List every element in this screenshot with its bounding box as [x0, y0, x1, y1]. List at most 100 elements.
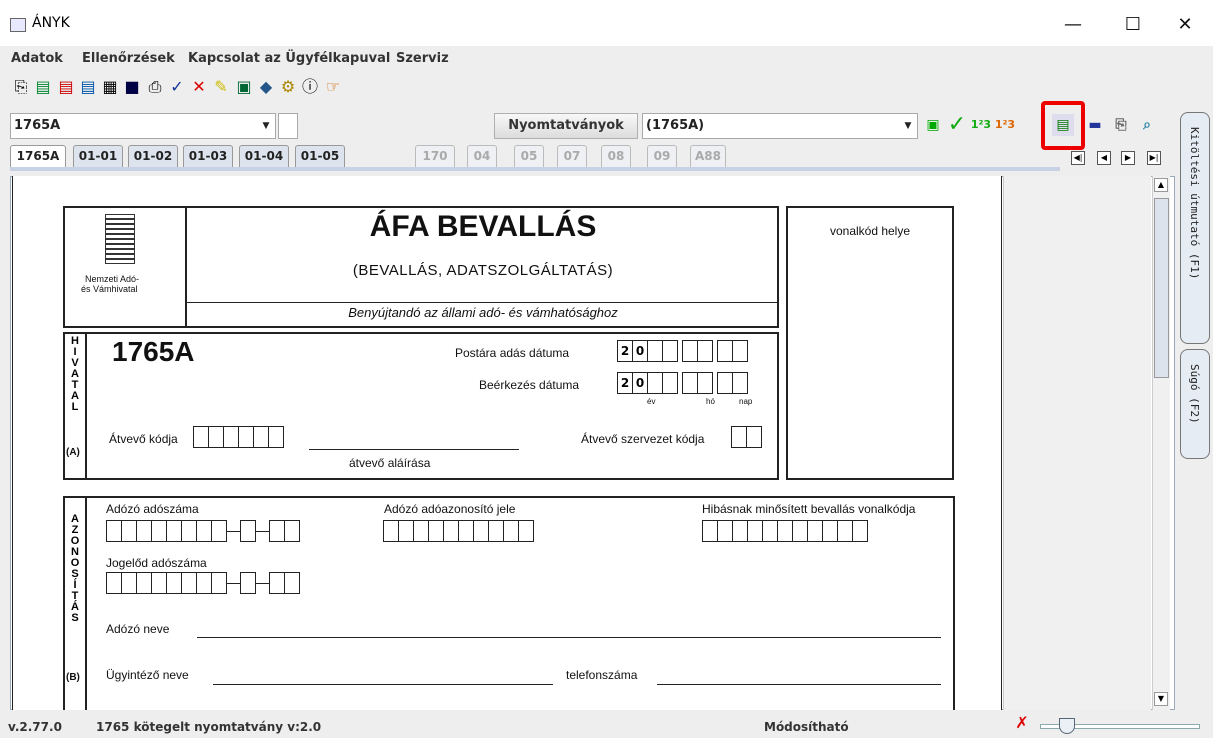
form-subtitle: (BEVALLÁS, ADATSZOLGÁLTATÁS) — [352, 262, 614, 279]
tab-01-05[interactable]: 01-05 — [295, 145, 345, 167]
menu-bar: Adatok Ellenőrzések Kapcsolat az Ügyfélk… — [0, 46, 1213, 70]
tab-01-02[interactable]: 01-02 — [128, 145, 178, 167]
tax-number-field[interactable] — [106, 520, 300, 542]
numbers-orange-icon[interactable]: 1²3 — [994, 114, 1016, 136]
print-preview-icon[interactable]: ▦ — [101, 78, 119, 96]
sugo-side-label: Súgó (F2) — [1188, 364, 1201, 424]
tab-01-01[interactable]: 01-01 — [73, 145, 123, 167]
receiver-code-field[interactable] — [193, 426, 284, 448]
title-bar: ÁNYK — ☐ ✕ — [0, 0, 1213, 46]
signature-line — [309, 449, 519, 450]
menu-kapcsolat[interactable]: Kapcsolat az Ügyfélkapuval — [188, 51, 390, 66]
invalid-barcode-label: Hibásnak minősített bevallás vonalkódja — [702, 502, 916, 516]
tab-underline — [10, 167, 1060, 171]
gears-icon[interactable]: ⚙ — [279, 78, 297, 96]
clerk-name-field[interactable] — [213, 684, 553, 685]
status-bar: v.2.77.0 1765 kötegelt nyomtatvány v:2.0… — [0, 712, 1213, 738]
azonositas-letters: AZONOSÍTÁS — [70, 513, 80, 624]
form-select[interactable]: 1765A ▼ — [10, 113, 276, 139]
phone-field[interactable] — [657, 684, 941, 685]
open-icon[interactable]: ▤ — [34, 78, 52, 96]
tab-01-04[interactable]: 01-04 — [239, 145, 289, 167]
save-icon[interactable]: ▤ — [79, 78, 97, 96]
barcode-place: vonalkód helye — [829, 224, 911, 238]
scroll-thumb[interactable] — [1154, 198, 1169, 378]
invalid-barcode-field[interactable] — [702, 520, 868, 542]
check-icon[interactable]: ✓ — [168, 78, 186, 96]
copy-pages-icon[interactable]: ⎘ — [1110, 114, 1132, 136]
form-select-value: 1765A — [14, 118, 61, 133]
zoom-reset-icon[interactable]: ✗ — [1013, 714, 1031, 732]
tab-09[interactable]: 09 — [647, 145, 677, 167]
menu-ellenorzesek[interactable]: Ellenőrzések — [82, 51, 175, 66]
arrival-date-field[interactable]: 20 — [617, 372, 748, 394]
tab-01-03[interactable]: 01-03 — [183, 145, 233, 167]
tab-07[interactable]: 07 — [557, 145, 587, 167]
tab-170[interactable]: 170 — [415, 145, 455, 167]
tab-a88[interactable]: A88 — [690, 145, 726, 167]
copy-icon[interactable]: ⎘ — [12, 78, 30, 96]
version-text: v.2.77.0 — [8, 720, 62, 734]
form-gutter — [1003, 176, 1151, 710]
check-green-icon[interactable]: ✓ — [946, 114, 968, 136]
zoom-slider[interactable] — [1040, 718, 1200, 734]
year-label: év — [647, 397, 656, 406]
post-date-field[interactable]: 20 — [617, 340, 748, 362]
vertical-scrollbar[interactable]: ▲ ▼ — [1152, 176, 1170, 710]
minimize-button[interactable]: — — [1053, 11, 1093, 39]
tab-05[interactable]: 05 — [514, 145, 544, 167]
screen-image-icon[interactable]: ▣ — [922, 114, 944, 136]
predecessor-tax-field[interactable] — [106, 572, 300, 594]
info-icon[interactable]: ⓘ — [301, 78, 319, 96]
tax-id-field[interactable] — [383, 520, 534, 542]
taxpayer-name-field[interactable] — [197, 637, 941, 638]
chevron-down-icon: ▼ — [262, 121, 270, 131]
next-page-button[interactable]: ▶ — [1121, 151, 1135, 165]
hivatal-divider — [85, 332, 87, 480]
zoom-slider-thumb[interactable] — [1059, 718, 1075, 734]
menu-szerviz[interactable]: Szerviz — [396, 51, 449, 66]
java-app-icon — [10, 18, 26, 32]
predecessor-tax-label: Jogelőd adószáma — [106, 556, 207, 570]
scroll-down-icon[interactable]: ▼ — [1154, 692, 1168, 706]
receiver-signature: átvevő aláírása — [349, 456, 431, 470]
sugo-side-tab[interactable]: Súgó (F2) — [1180, 349, 1210, 459]
first-page-button[interactable]: ◀| — [1071, 151, 1085, 165]
delete-icon[interactable]: ✕ — [190, 78, 208, 96]
form-title: ÁFA BEVALLÁS — [369, 210, 597, 243]
new-document-icon[interactable] — [278, 113, 298, 139]
book-icon[interactable]: ■ — [123, 78, 141, 96]
print-icon[interactable]: ⎙ — [146, 78, 164, 96]
receiver-org-code-label: Átvevő szervezet kódja — [581, 432, 705, 446]
tax-number-label: Adózó adószáma — [106, 502, 199, 516]
prev-page-button[interactable]: ◀ — [1097, 151, 1111, 165]
scroll-up-icon[interactable]: ▲ — [1154, 178, 1168, 192]
hivatal-letters: HIVATAL — [71, 335, 79, 413]
close-button[interactable]: ✕ — [1165, 11, 1205, 39]
open-red-icon[interactable]: ▤ — [57, 78, 75, 96]
book2-icon[interactable]: ◆ — [257, 78, 275, 96]
form-info-text: 1765 kötegelt nyomtatvány v:2.0 — [96, 720, 322, 734]
last-page-button[interactable]: ▶| — [1147, 151, 1161, 165]
receiver-org-code-field[interactable] — [731, 426, 762, 448]
agency-line2: és Vámhivatal — [81, 284, 138, 294]
nyomtatvanyok-button[interactable]: Nyomtatványok — [494, 113, 638, 139]
edit-icon[interactable]: ✎ — [212, 78, 230, 96]
tax-id-label: Adózó adóazonosító jele — [384, 502, 516, 516]
menu-adatok[interactable]: Adatok — [11, 51, 63, 66]
pointer-icon[interactable]: ☞ — [324, 78, 342, 96]
magnifier-icon[interactable]: ⌕ — [1136, 114, 1158, 136]
form-code: 1765A — [112, 336, 195, 367]
tab-1765a[interactable]: 1765A — [10, 145, 66, 167]
tab-04[interactable]: 04 — [467, 145, 497, 167]
tab-08[interactable]: 08 — [601, 145, 631, 167]
save-disk-icon[interactable]: ▬ — [1084, 114, 1106, 136]
maximize-button[interactable]: ☐ — [1113, 11, 1153, 39]
help-side-tab[interactable]: Kitöltési útmutató (F1) — [1180, 112, 1210, 344]
calc-icon[interactable]: ▣ — [235, 78, 253, 96]
receiver-code-label: Átvevő kódja — [109, 432, 178, 446]
main-toolbar: ⎘ ▤ ▤ ▤ ▦ ■ ⎙ ✓ ✕ ✎ ▣ ◆ ⚙ ⓘ ☞ — [0, 72, 540, 100]
month-label: hó — [706, 397, 715, 406]
nyomtatvanyok-select[interactable]: (1765A) ▼ — [642, 113, 918, 139]
numbers-icon[interactable]: 1²3 — [970, 114, 992, 136]
